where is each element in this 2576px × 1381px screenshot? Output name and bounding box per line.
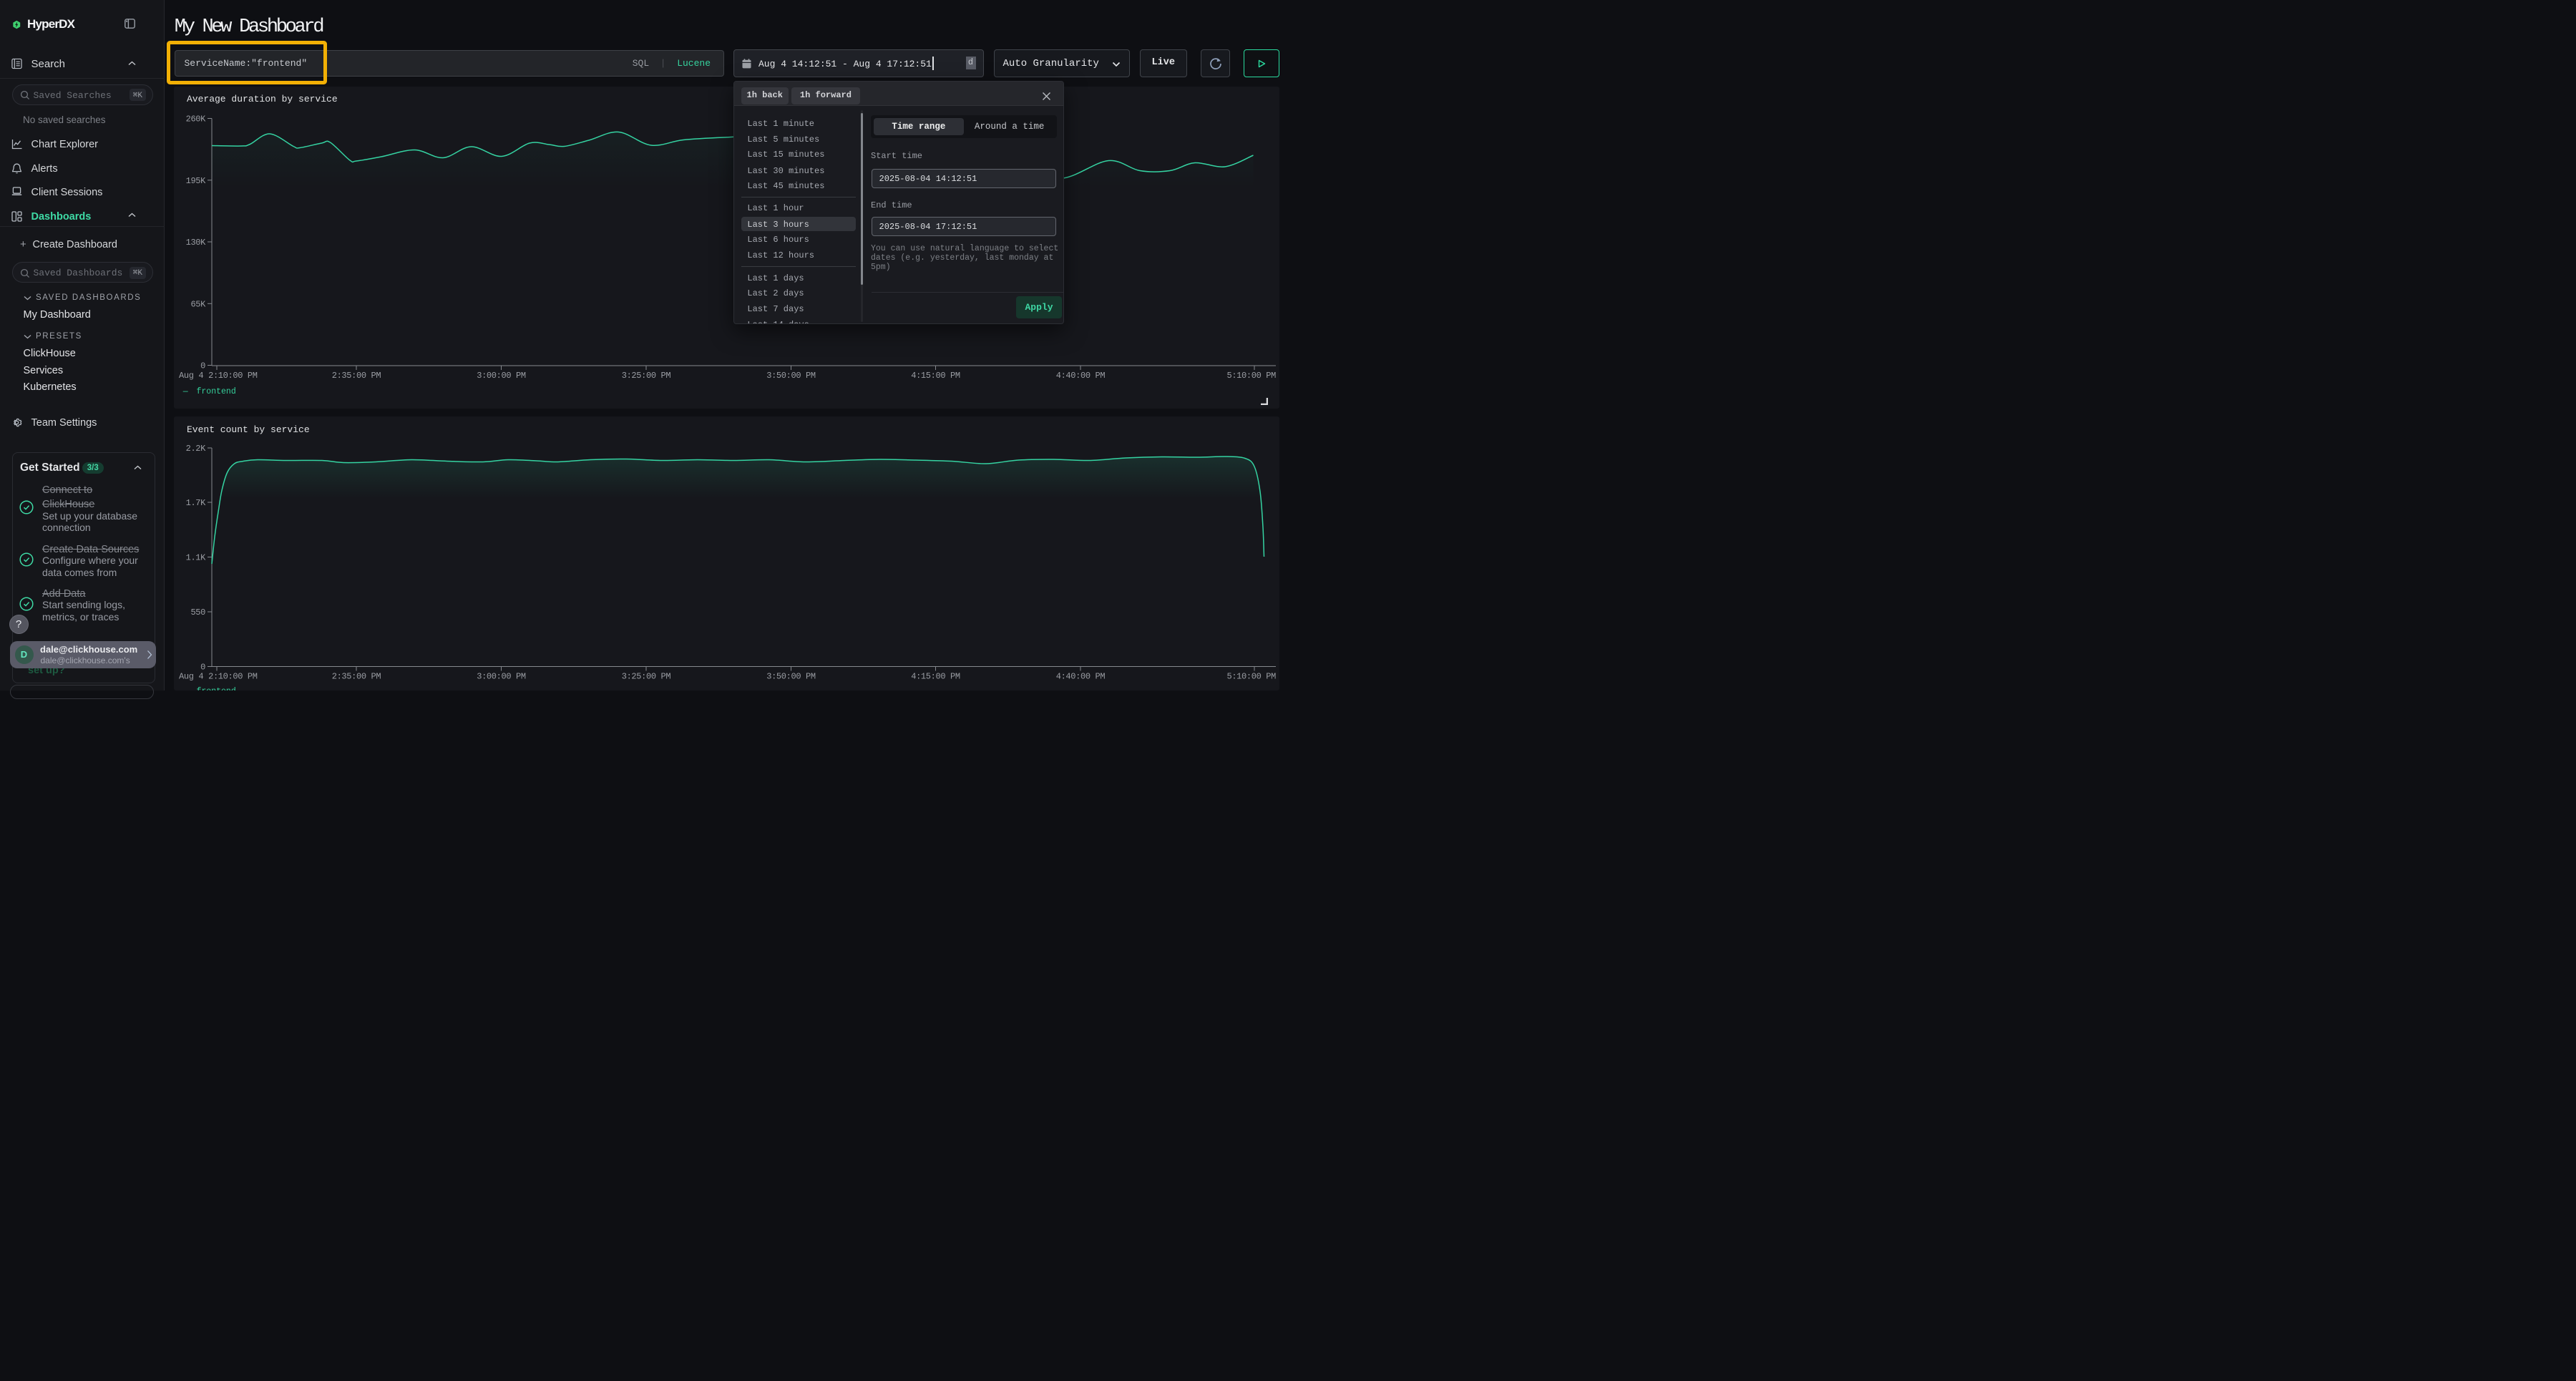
svg-text:550: 550 (190, 607, 205, 618)
svg-text:4:40:00 PM: 4:40:00 PM (1056, 671, 1106, 681)
svg-text:65K: 65K (190, 299, 206, 309)
svg-text:Aug 4 2:10:00 PM: Aug 4 2:10:00 PM (179, 671, 258, 681)
svg-text:3:50:00 PM: 3:50:00 PM (766, 371, 816, 381)
svg-text:3:00:00 PM: 3:00:00 PM (477, 671, 526, 681)
svg-text:3:25:00 PM: 3:25:00 PM (622, 671, 671, 681)
svg-text:0: 0 (200, 662, 205, 672)
svg-text:5:10:00 PM: 5:10:00 PM (1226, 371, 1276, 381)
svg-text:2.2K: 2.2K (186, 444, 207, 454)
svg-text:4:15:00 PM: 4:15:00 PM (911, 371, 960, 381)
svg-text:1.7K: 1.7K (186, 498, 207, 508)
svg-text:3:25:00 PM: 3:25:00 PM (622, 371, 671, 381)
svg-text:1.1K: 1.1K (186, 552, 207, 562)
svg-text:4:40:00 PM: 4:40:00 PM (1056, 371, 1106, 381)
svg-text:2:35:00 PM: 2:35:00 PM (332, 671, 381, 681)
svg-text:260K: 260K (186, 114, 207, 125)
svg-text:Aug 4 2:10:00 PM: Aug 4 2:10:00 PM (179, 371, 258, 381)
svg-text:0: 0 (200, 361, 205, 371)
svg-text:3:00:00 PM: 3:00:00 PM (477, 371, 526, 381)
svg-text:195K: 195K (186, 176, 207, 186)
svg-text:5:10:00 PM: 5:10:00 PM (1226, 671, 1276, 681)
svg-text:130K: 130K (186, 238, 207, 248)
svg-text:3:50:00 PM: 3:50:00 PM (766, 671, 816, 681)
svg-text:2:35:00 PM: 2:35:00 PM (332, 371, 381, 381)
svg-text:4:15:00 PM: 4:15:00 PM (911, 671, 960, 681)
